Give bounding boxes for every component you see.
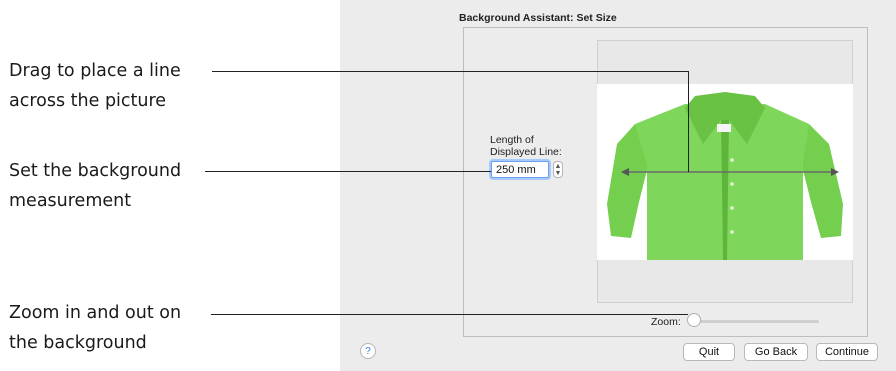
callout-drag-line: Drag to place a line across the picture [9, 56, 181, 116]
zoom-slider[interactable] [692, 320, 819, 323]
stepper-arrows-icon[interactable]: ▲ ▼ [553, 161, 563, 178]
callout-set-measurement: Set the background measurement [9, 156, 181, 216]
help-icon[interactable]: ? [360, 343, 376, 359]
length-input[interactable]: 250 mm [491, 161, 549, 178]
picture-area[interactable] [597, 84, 853, 260]
callout-zoom2: the background [9, 333, 147, 353]
leader-measurement [205, 171, 491, 172]
leader-drag-line-vertical [688, 71, 689, 172]
callout-measure1: Set the background [9, 161, 182, 181]
shirt-image [607, 92, 843, 260]
length-label-line1: Length of [490, 134, 534, 146]
zoom-label: Zoom: [651, 316, 681, 328]
callout-measure2: measurement [9, 191, 132, 211]
length-label: Length of Displayed Line: [490, 134, 562, 158]
leader-drag-line [212, 71, 689, 72]
quit-button[interactable]: Quit [683, 343, 735, 361]
zoom-slider-knob[interactable] [687, 313, 701, 327]
leader-zoom [211, 314, 688, 315]
length-label-line2: Displayed Line: [490, 146, 562, 158]
callout-zoom: Zoom in and out on the background [9, 298, 181, 358]
callout-line2: across the picture [9, 91, 167, 111]
dialog-title: Background Assistant: Set Size [459, 12, 617, 24]
callout-line1: Drag to place a line [9, 61, 181, 81]
go-back-button[interactable]: Go Back [744, 343, 808, 361]
callout-zoom1: Zoom in and out on [9, 303, 182, 323]
continue-button[interactable]: Continue [816, 343, 878, 361]
